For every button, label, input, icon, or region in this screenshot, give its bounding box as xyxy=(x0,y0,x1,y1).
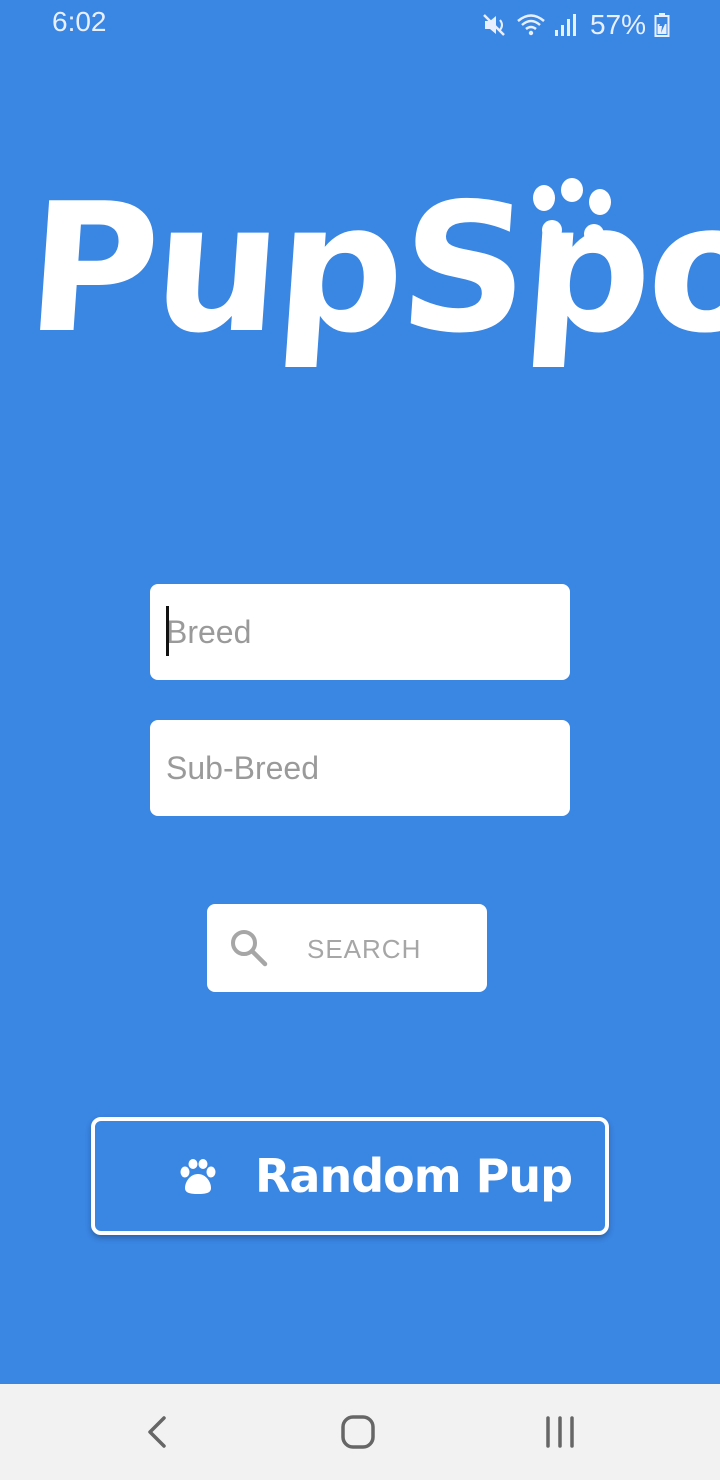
recent-apps-icon[interactable] xyxy=(536,1408,584,1456)
back-icon[interactable] xyxy=(134,1408,182,1456)
random-pup-button[interactable]: Random Pup xyxy=(91,1117,609,1235)
status-bar: 6:02 57% xyxy=(0,0,720,50)
random-pup-label: Random Pup xyxy=(255,1149,573,1203)
search-label: SEARCH xyxy=(307,934,422,964)
battery-percent: 57% xyxy=(589,9,646,40)
app-screen: 6:02 57% PupSpot Breed Sub-Breed SEARCH … xyxy=(0,0,720,1480)
text-cursor xyxy=(166,606,169,656)
status-icons: 57% xyxy=(482,8,670,42)
subbreed-input[interactable] xyxy=(150,720,570,816)
breed-input[interactable] xyxy=(150,584,570,680)
wifi-icon xyxy=(517,14,545,36)
signal-icon xyxy=(554,14,576,36)
home-icon[interactable] xyxy=(334,1408,382,1456)
logo-paw-icon xyxy=(533,178,611,244)
paw-icon xyxy=(180,1159,216,1194)
battery-icon xyxy=(654,13,670,37)
mute-icon xyxy=(483,14,505,36)
search-icon xyxy=(231,930,268,967)
navigation-bar xyxy=(0,1384,720,1480)
app-logo: PupSpot xyxy=(0,140,720,420)
search-button[interactable]: SEARCH xyxy=(207,904,487,992)
status-time: 6:02 xyxy=(52,6,107,37)
